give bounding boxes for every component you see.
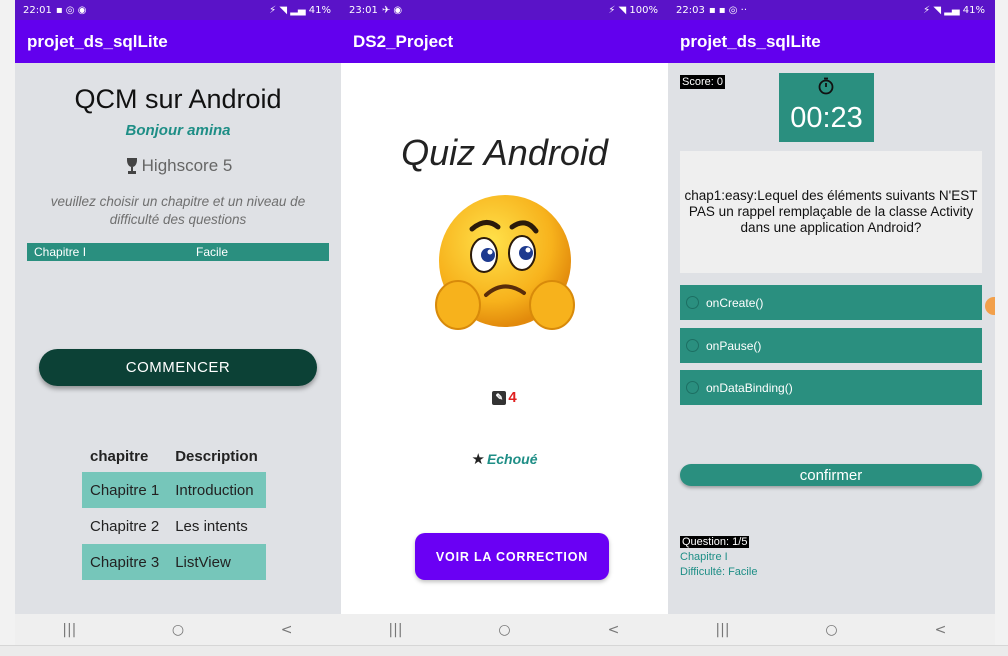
start-button[interactable]: COMMENCER	[39, 349, 317, 386]
radio-button-icon[interactable]	[686, 296, 699, 309]
screenshot-collage: 22:01 ▪ ◎ ◉ ⚡ ◥ ▂▄ 41% projet_ds_sqlLite …	[0, 0, 1008, 656]
page-title: QCM sur Android	[74, 84, 282, 114]
timer-text: 00:23	[790, 102, 863, 134]
result-row: ★ Echoué	[341, 450, 668, 468]
star-icon: ★	[471, 450, 485, 468]
radio-button-icon[interactable]	[686, 339, 699, 352]
phone-screen-result: 23:01 ✈ ◉ ⚡ ◥ 100% DS2_Project Quiz Andro…	[341, 0, 668, 645]
table-cell: Les intents	[175, 517, 248, 535]
window-bottom-edge	[0, 645, 1008, 656]
status-bar: 22:03 ▪ ▪ ◎ ·· ⚡ ◥ ▂▄ 41%	[668, 0, 995, 20]
home-button[interactable]: ○	[158, 622, 198, 638]
chapter-level-selector[interactable]: Chapitre I Facile	[27, 243, 329, 261]
status-bar: 23:01 ✈ ◉ ⚡ ◥ 100%	[341, 0, 668, 20]
chapter-label: Chapitre I	[680, 551, 728, 563]
level-spinner[interactable]: Facile	[196, 245, 228, 259]
result-text: Echoué	[486, 451, 538, 467]
current-score: Score: 0	[680, 75, 725, 89]
home-button[interactable]: ○	[812, 622, 852, 638]
question-text: chap1:easy:Lequel des éléments suivants …	[680, 151, 982, 273]
answer-option[interactable]: onCreate()	[680, 285, 982, 320]
scoreboard-icon: ✎	[492, 390, 507, 405]
app-title: projet_ds_sqlLite	[27, 31, 168, 51]
status-time: 22:03	[676, 4, 705, 16]
notification-icons: ▪ ▪ ◎ ··	[708, 4, 748, 16]
highscore: Highscore 5	[15, 156, 341, 176]
table-cell: Introduction	[167, 472, 266, 508]
recent-apps-button[interactable]: |||	[49, 622, 89, 638]
app-bar: projet_ds_sqlLite	[15, 20, 341, 63]
home-button[interactable]: ○	[485, 622, 525, 638]
timer-box: 00:23	[779, 73, 874, 142]
score-row: ✎ 4	[341, 389, 668, 406]
answer-option[interactable]: onPause()	[680, 328, 982, 363]
greeting-text: Bonjour amina	[125, 122, 231, 139]
table-row: Chapitre 2 Les intents	[82, 508, 266, 544]
table-row: Chapitre 1 Introduction	[82, 472, 266, 508]
difficulty-label: Difficulté: Facile	[680, 566, 758, 578]
trophy-icon	[126, 158, 137, 174]
table-row: Chapitre 3 ListView	[82, 544, 266, 580]
table-cell: Chapitre 1	[82, 472, 168, 508]
app-title: projet_ds_sqlLite	[680, 31, 821, 51]
table-cell: ListView	[167, 544, 266, 580]
android-nav-bar: ||| ○ <	[15, 614, 341, 645]
status-bar: 22:01 ▪ ◎ ◉ ⚡ ◥ ▂▄ 41%	[15, 0, 341, 20]
see-correction-button[interactable]: VOIR LA CORRECTION	[415, 533, 609, 580]
status-time: 23:01	[349, 4, 378, 16]
android-nav-bar: ||| ○ <	[341, 614, 668, 645]
chapter-spinner[interactable]: Chapitre I	[27, 245, 196, 259]
phone-screen-home: 22:01 ▪ ◎ ◉ ⚡ ◥ ▂▄ 41% projet_ds_sqlLite …	[15, 0, 341, 645]
recent-apps-button[interactable]: |||	[376, 622, 416, 638]
notification-icons: ✈ ◉	[381, 4, 403, 16]
back-button[interactable]: <	[921, 622, 961, 638]
highscore-text: Highscore 5	[141, 156, 233, 175]
option-label: onDataBinding()	[706, 380, 793, 395]
instructions-text: veuillez choisir un chapitre et un nivea…	[50, 194, 306, 227]
status-right: ⚡ ◥ ▂▄ 41%	[923, 4, 985, 16]
app-bar: projet_ds_sqlLite	[668, 20, 995, 63]
notification-icons: ▪ ◎ ◉	[55, 4, 87, 16]
confirm-button[interactable]: confirmer	[680, 464, 982, 486]
back-button[interactable]: <	[267, 622, 307, 638]
status-right: ⚡ ◥ 100%	[608, 4, 658, 16]
final-score: 4	[508, 389, 517, 406]
app-title: DS2_Project	[353, 31, 454, 51]
worried-face-icon	[435, 195, 575, 330]
android-nav-bar: ||| ○ <	[668, 614, 995, 645]
table-cell: Chapitre 2	[90, 517, 160, 535]
table-header-description: Description	[175, 447, 258, 465]
phone-screen-question: 22:03 ▪ ▪ ◎ ·· ⚡ ◥ ▂▄ 41% projet_ds_sqlLi…	[668, 0, 995, 645]
quiz-title: Quiz Android	[401, 132, 608, 173]
app-bar: DS2_Project	[341, 20, 668, 63]
option-label: onPause()	[706, 338, 762, 353]
table-cell: Chapitre 3	[82, 544, 168, 580]
option-label: onCreate()	[706, 295, 764, 310]
status-right: ⚡ ◥ ▂▄ 41%	[269, 4, 331, 16]
recent-apps-button[interactable]: |||	[703, 622, 743, 638]
radio-button-icon[interactable]	[686, 381, 699, 394]
chapters-table: chapitre Description Chapitre 1 Introduc…	[82, 440, 266, 580]
question-counter: Question: 1/5	[680, 536, 750, 548]
edge-panel-handle[interactable]	[985, 297, 995, 315]
answer-option[interactable]: onDataBinding()	[680, 370, 982, 405]
back-button[interactable]: <	[594, 622, 634, 638]
stopwatch-icon	[818, 77, 834, 95]
table-header-chapter: chapitre	[90, 447, 149, 465]
status-time: 22:01	[23, 4, 52, 16]
